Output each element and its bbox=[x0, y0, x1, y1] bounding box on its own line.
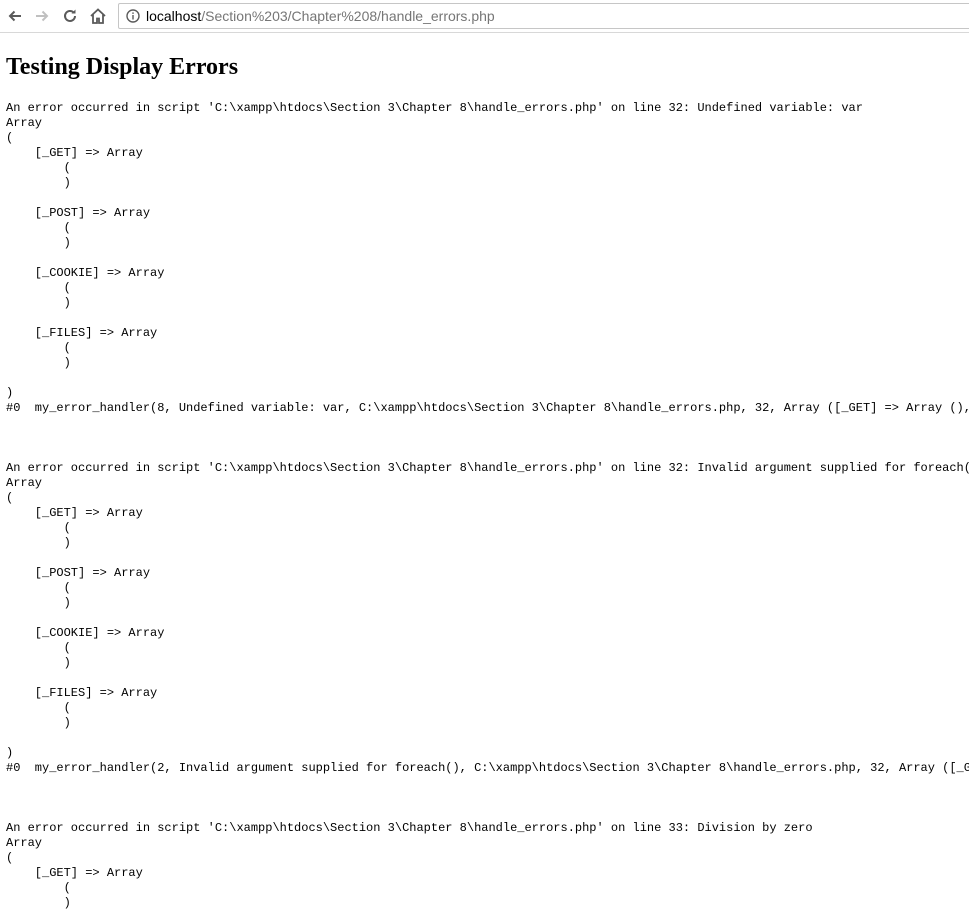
back-arrow-icon bbox=[8, 10, 21, 22]
url-host: localhost bbox=[146, 8, 202, 24]
superglobals-dump: Array ( [_GET] => Array ( ) bbox=[6, 836, 143, 910]
superglobals-dump: Array ( [_GET] => Array ( ) [_POST] => A… bbox=[6, 116, 165, 400]
url-path: /Section%203/Chapter%208/handle_errors.p… bbox=[201, 8, 495, 24]
forward-button[interactable] bbox=[31, 5, 53, 27]
back-button[interactable] bbox=[4, 5, 26, 27]
page-title: Testing Display Errors bbox=[6, 54, 239, 80]
error-output: An error occurred in script 'C:\xampp\ht… bbox=[6, 101, 969, 911]
reload-button[interactable] bbox=[59, 5, 81, 27]
superglobals-dump: Array ( [_GET] => Array ( ) [_POST] => A… bbox=[6, 476, 165, 760]
browser-toolbar: localhost/Section%203/Chapter%208/handle… bbox=[0, 0, 969, 33]
error-message: An error occurred in script 'C:\xampp\ht… bbox=[6, 461, 969, 475]
backtrace-line: #0 my_error_handler(8, Undefined variabl… bbox=[6, 401, 969, 415]
reload-icon bbox=[64, 9, 76, 22]
page-content: Testing Display Errors An error occurred… bbox=[0, 33, 969, 916]
info-icon[interactable] bbox=[125, 8, 141, 24]
backtrace-line: #0 my_error_handler(2, Invalid argument … bbox=[6, 761, 969, 775]
home-icon bbox=[90, 8, 106, 24]
address-bar[interactable]: localhost/Section%203/Chapter%208/handle… bbox=[118, 3, 969, 29]
home-button[interactable] bbox=[87, 5, 109, 27]
forward-arrow-icon bbox=[36, 10, 49, 22]
error-message: An error occurred in script 'C:\xampp\ht… bbox=[6, 101, 863, 115]
error-message: An error occurred in script 'C:\xampp\ht… bbox=[6, 821, 813, 835]
url-text: localhost/Section%203/Chapter%208/handle… bbox=[146, 8, 495, 24]
